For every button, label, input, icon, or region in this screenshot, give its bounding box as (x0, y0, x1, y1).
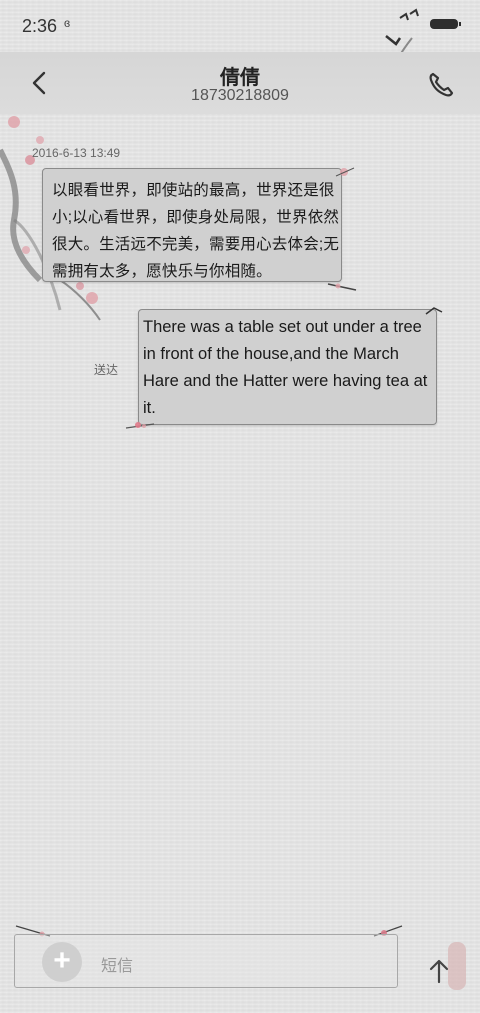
message-input-box[interactable]: + 短信 (14, 934, 398, 988)
conversation-header: 倩倩 18730218809 (0, 52, 480, 114)
status-time: 2:36 (22, 16, 58, 36)
outgoing-message-bubble[interactable]: There was a table set out under a tree i… (138, 309, 437, 425)
call-button[interactable] (426, 70, 456, 100)
incoming-message-bubble[interactable]: 以眼看世界，即使站的最高，世界还是很小;以心看世界，即使身处局限，世界依然很大。… (42, 168, 342, 282)
add-attachment-button[interactable]: + (42, 942, 82, 982)
contact-name: 倩倩 (220, 67, 260, 89)
status-bar: 2:36 ɞ (0, 0, 480, 52)
status-extra: ɞ (64, 16, 71, 30)
contact-number: 18730218809 (191, 87, 289, 104)
message-timestamp: 2016-6-13 13:49 (32, 146, 121, 160)
battery-icon (430, 19, 461, 29)
delivery-status: 送达 (94, 363, 119, 377)
outgoing-message-text: There was a table set out under a tree i… (143, 318, 428, 417)
seal-stamp-decoration (448, 942, 466, 990)
phone-icon (429, 72, 454, 97)
plus-icon: + (53, 944, 71, 977)
incoming-message-text: 以眼看世界，即使站的最高，世界还是很小;以心看世界，即使身处局限，世界依然很大。… (52, 182, 340, 280)
message-input-placeholder: 短信 (101, 958, 134, 975)
